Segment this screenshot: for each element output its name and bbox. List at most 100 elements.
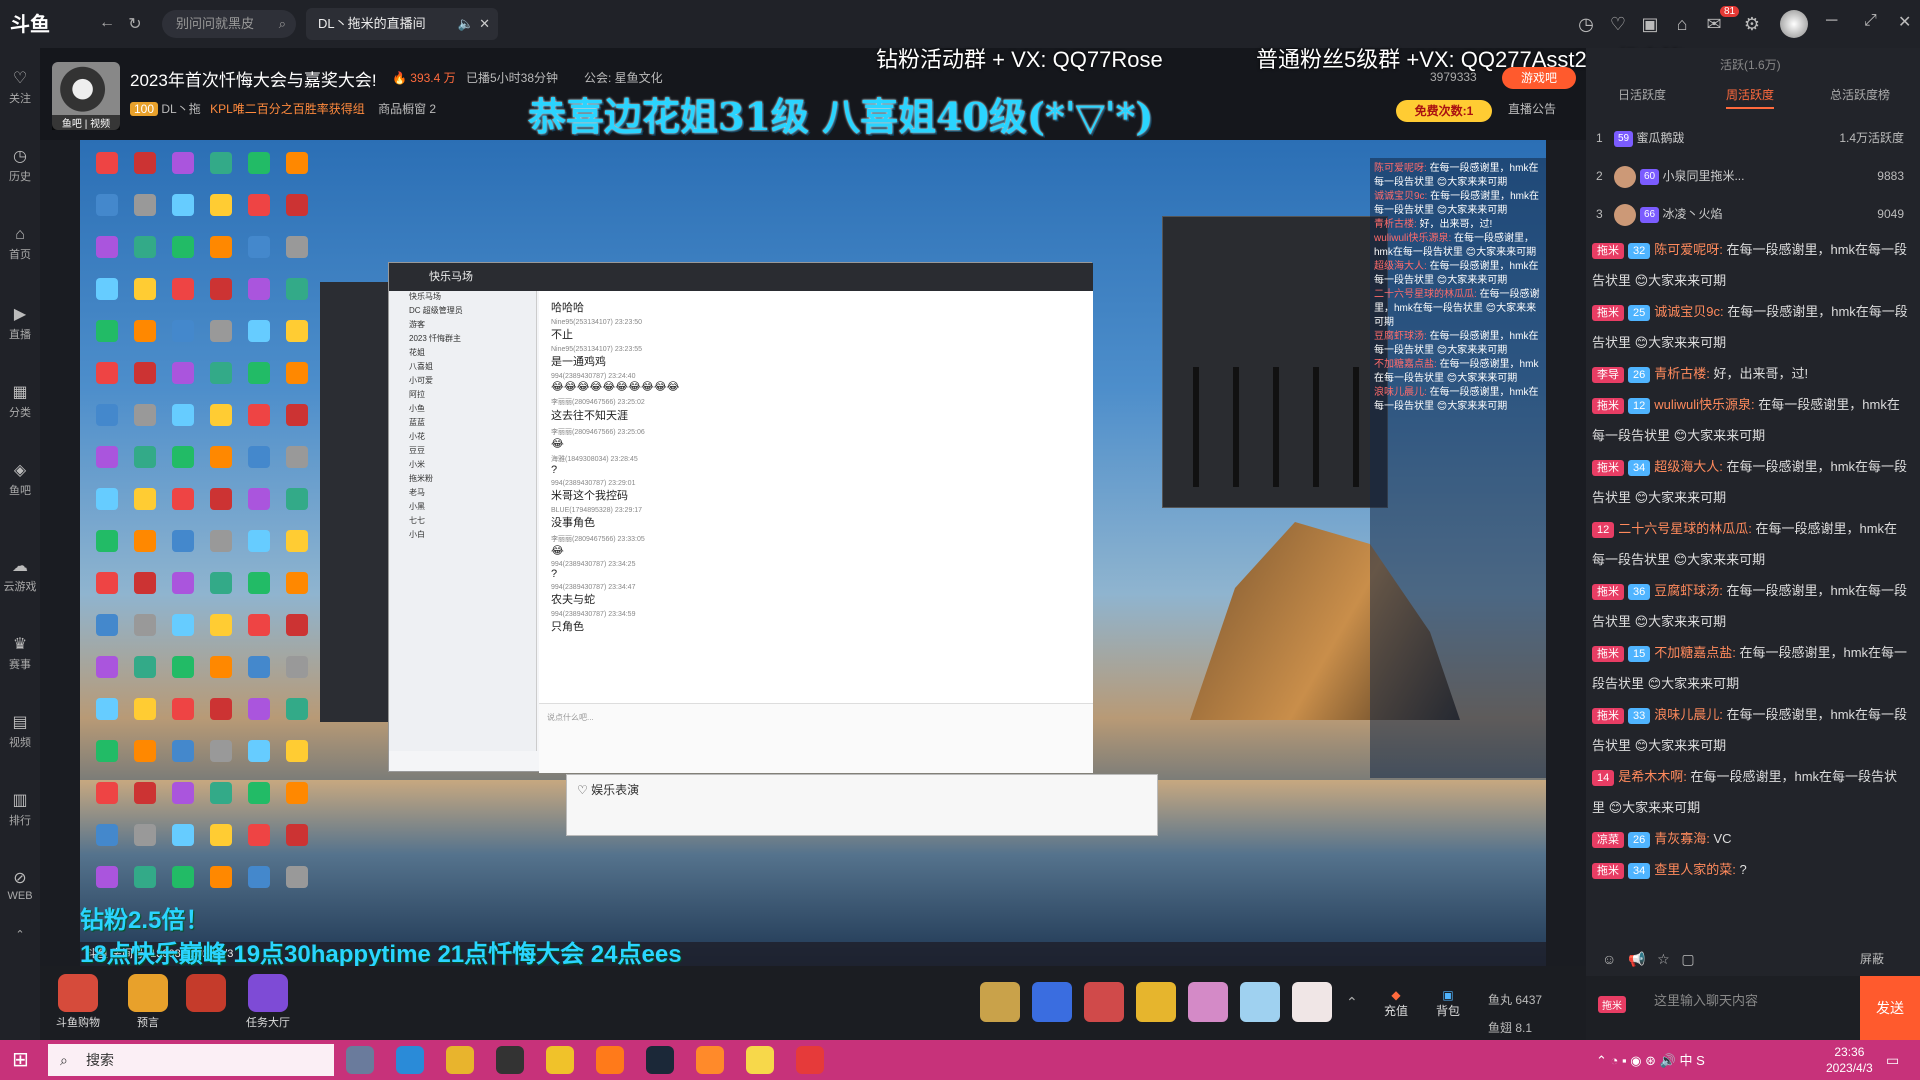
- chat-input-placeholder[interactable]: 这里输入聊天内容: [1654, 990, 1758, 1009]
- fan-badge[interactable]: 拖米: [1592, 242, 1624, 259]
- sidebar-item-web[interactable]: ⊘ WEB: [0, 868, 40, 902]
- clock-icon[interactable]: ◷: [1574, 12, 1598, 36]
- fan-badge[interactable]: 拖米: [1592, 862, 1624, 879]
- chat-username[interactable]: 超级海大人:: [1654, 459, 1723, 474]
- treasure-button[interactable]: [182, 974, 230, 1014]
- anchor-avatar[interactable]: 鱼吧 | 视频: [52, 62, 120, 130]
- shirt-icon[interactable]: ⌂: [1670, 12, 1694, 36]
- gift-item[interactable]: [1084, 982, 1124, 1022]
- fan-badge[interactable]: 拖米: [1592, 459, 1624, 476]
- chat-username[interactable]: wuliwuli快乐源泉:: [1654, 397, 1754, 412]
- notice-button[interactable]: 直播公告: [1508, 100, 1556, 117]
- sidebar-item-history[interactable]: ◷ 历史: [0, 146, 40, 184]
- calendar-icon[interactable]: ▣: [1638, 12, 1662, 36]
- sidebar-item-fishbar[interactable]: ◈ 鱼吧: [0, 460, 40, 498]
- fan-badge[interactable]: 12: [1592, 521, 1615, 538]
- notification-center-icon[interactable]: ▭: [1886, 1052, 1899, 1069]
- collapse-icon[interactable]: ⌃: [0, 928, 40, 941]
- douyu-logo[interactable]: 斗鱼: [10, 8, 50, 37]
- rank-row[interactable]: 1 59 蜜瓜鹅跋 1.4万活跃度: [1596, 120, 1912, 156]
- fan-badge[interactable]: 拖米: [1592, 583, 1624, 600]
- chat-username[interactable]: 诚诚宝贝9c:: [1654, 304, 1723, 319]
- app-icon[interactable]: [546, 1046, 574, 1074]
- chat-username[interactable]: 不加糖嘉点盐:: [1654, 645, 1736, 660]
- app-icon[interactable]: [746, 1046, 774, 1074]
- chat-username[interactable]: 陈可爱呢呀:: [1654, 242, 1723, 257]
- chat-message[interactable]: 拖米 34 超级海大人: 在每一段感谢里，hmk在每一段告状里 😊大家来来可期: [1592, 451, 1910, 513]
- heart-icon[interactable]: ♡: [1606, 12, 1630, 36]
- minimize-icon[interactable]: ─: [1826, 12, 1837, 30]
- chat-message[interactable]: 拖米 33 浪味儿晨儿: 在每一段感谢里，hmk在每一段告状里 😊大家来来可期: [1592, 699, 1910, 761]
- refresh-icon[interactable]: ↻: [124, 14, 146, 34]
- chat-message[interactable]: 14 是希木木啊: 在每一段感谢里，hmk在每一段告状里 😊大家来来可期: [1592, 761, 1910, 823]
- taskbar-clock[interactable]: 23:36 2023/4/3: [1826, 1044, 1873, 1076]
- close-window-icon[interactable]: ✕: [1898, 12, 1911, 32]
- chat-username[interactable]: 浪味儿晨儿:: [1654, 707, 1723, 722]
- badge-icon[interactable]: ☆: [1657, 951, 1670, 967]
- fan-badge[interactable]: 拖米: [1592, 397, 1624, 414]
- gift-item[interactable]: [1240, 982, 1280, 1022]
- taskbar-search[interactable]: ⌕ 搜索: [48, 1044, 334, 1076]
- shop-window[interactable]: 商品橱窗 2: [378, 102, 436, 116]
- sidebar-item-video[interactable]: ▤ 视频: [0, 712, 40, 750]
- sidebar-item-cloud-game[interactable]: ☁ 云游戏: [0, 556, 40, 594]
- chat-message[interactable]: 拖米 34 查里人家的菜: ?: [1592, 854, 1910, 885]
- steam-icon[interactable]: [646, 1046, 674, 1074]
- sidebar-item-match[interactable]: ♛ 赛事: [0, 634, 40, 672]
- explorer-icon[interactable]: [446, 1046, 474, 1074]
- predict-button[interactable]: 预言: [124, 974, 172, 1030]
- search-icon[interactable]: ⌕: [279, 10, 286, 38]
- close-tab-icon[interactable]: ✕: [479, 8, 490, 40]
- gift-item[interactable]: [1032, 982, 1072, 1022]
- emoji-icon[interactable]: ☺: [1602, 951, 1616, 967]
- sidebar-item-category[interactable]: ▦ 分类: [0, 382, 40, 420]
- gift-icon[interactable]: ▢: [1681, 951, 1694, 967]
- fan-badge-selector[interactable]: 拖米: [1598, 996, 1626, 1013]
- gift-item[interactable]: [1292, 982, 1332, 1022]
- gift-expand-icon[interactable]: ⌃: [1346, 994, 1358, 1011]
- fan-badge[interactable]: 凉菜: [1592, 831, 1624, 848]
- task-view-icon[interactable]: [346, 1046, 374, 1074]
- chat-message[interactable]: 李导 26 青析古楼: 好，出来哥，过!: [1592, 358, 1910, 389]
- back-icon[interactable]: ←: [96, 14, 118, 34]
- sidebar-item-live[interactable]: ▶ 直播: [0, 304, 40, 342]
- chat-username[interactable]: 查里人家的菜:: [1654, 862, 1736, 877]
- edge-icon[interactable]: [396, 1046, 424, 1074]
- fan-badge[interactable]: 拖米: [1592, 304, 1624, 321]
- netease-music-icon[interactable]: [796, 1046, 824, 1074]
- chat-message[interactable]: 拖米 25 诚诚宝贝9c: 在每一段感谢里，hmk在每一段告状里 😊大家来来可期: [1592, 296, 1910, 358]
- task-button[interactable]: 任务大厅: [244, 974, 292, 1030]
- send-button[interactable]: 发送: [1860, 976, 1920, 1040]
- guild-label[interactable]: 公会: 星鱼文化: [584, 69, 663, 86]
- maximize-icon[interactable]: ⤢: [1864, 12, 1877, 30]
- chat-message[interactable]: 拖米 32 陈可爱呢呀: 在每一段感谢里，hmk在每一段告状里 😊大家来来可期: [1592, 234, 1910, 296]
- game-bar-button[interactable]: 游戏吧: [1502, 67, 1576, 89]
- app-icon[interactable]: [596, 1046, 624, 1074]
- settings-icon[interactable]: ⚙: [1740, 12, 1764, 36]
- sidebar-item-home[interactable]: ⌂ 首页: [0, 226, 40, 262]
- mute-icon[interactable]: 🔈: [458, 8, 474, 40]
- chat-username[interactable]: 青析古楼:: [1654, 366, 1710, 381]
- fan-badge[interactable]: 14: [1592, 769, 1615, 786]
- chat-message[interactable]: 拖米 12 wuliwuli快乐源泉: 在每一段感谢里，hmk在每一段告状里 😊大家…: [1592, 389, 1910, 451]
- gift-item[interactable]: [1136, 982, 1176, 1022]
- chat-username[interactable]: 是希木木啊:: [1618, 769, 1687, 784]
- recharge-button[interactable]: ◆ 充值: [1384, 988, 1408, 1019]
- chat-message[interactable]: 12 二十六号星球的林瓜瓜: 在每一段感谢里，hmk在每一段告状里 😊大家来来可期: [1592, 513, 1910, 575]
- search-input[interactable]: 别问问就黑皮 ⌕: [162, 10, 296, 38]
- windows-start-icon[interactable]: ⊞: [12, 1048, 36, 1072]
- douyu-taskbar-icon[interactable]: [696, 1046, 724, 1074]
- free-count-button[interactable]: 免费次数:1: [1396, 100, 1492, 122]
- obs-icon[interactable]: [496, 1046, 524, 1074]
- system-tray[interactable]: ⌃ ◔ ▪ ◉ ⊛ 🔊 中 S: [1596, 1050, 1705, 1069]
- shop-button[interactable]: 斗鱼购物: [54, 974, 102, 1030]
- sidebar-item-rank[interactable]: ▥ 排行: [0, 790, 40, 828]
- user-avatar[interactable]: [1780, 10, 1808, 38]
- block-button[interactable]: 屏蔽: [1860, 950, 1884, 967]
- chat-username[interactable]: 二十六号星球的林瓜瓜:: [1618, 521, 1752, 536]
- fan-badge[interactable]: 拖米: [1592, 707, 1624, 724]
- bag-button[interactable]: ▣ 背包: [1436, 988, 1460, 1019]
- tab-daily-rank[interactable]: 日活跃度: [1618, 86, 1666, 103]
- video-player[interactable]: 快乐马场 快乐马场 DC 超级管理员 游客 2023 忏悔群主 花姐 八喜姐 小可爱 阿拉 小鱼…: [80, 140, 1546, 966]
- sidebar-item-follow[interactable]: ♡ 关注: [0, 68, 40, 106]
